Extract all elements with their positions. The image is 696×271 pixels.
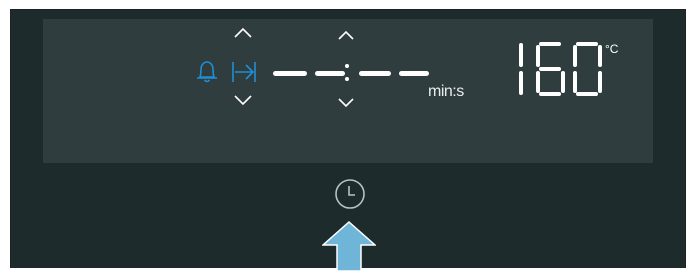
up-arrow-pointer-icon [322,221,376,271]
digit0-upper-left-segment [573,45,577,67]
decrease-minutes-chevron-icon[interactable] [337,97,355,108]
oven-control-panel: min:s °C 160 [10,9,686,271]
digit0-bottom-segment [576,92,598,96]
hours-units-segment [315,71,345,76]
increase-minutes-chevron-icon[interactable] [337,30,355,41]
temperature-readout [519,42,602,96]
minutes-units-segment [399,71,429,76]
digit0-top-segment [576,42,598,46]
clock-icon[interactable] [334,178,366,210]
arrow-to-bar-icon[interactable] [230,58,258,86]
display-area: min:s °C 160 [43,19,653,163]
digit6-top-segment [539,42,561,46]
decrease-hours-chevron-icon[interactable] [233,94,253,106]
digit6-middle-segment [539,67,561,71]
colon-top-dot [345,64,349,68]
digit1-upper-right-segment [519,43,523,67]
timer-unit-label: min:s [428,83,464,100]
colon-bottom-dot [345,77,349,81]
hours-tens-segment [273,71,307,76]
digit0-upper-right-segment [598,45,602,67]
temperature-unit-label: °C [605,42,619,56]
digit1-lower-right-segment [519,71,523,95]
bell-icon[interactable] [194,59,220,85]
digit6-upper-left-segment [536,45,540,67]
increase-hours-chevron-icon[interactable] [233,27,253,39]
digit6-lower-left-segment [536,71,540,93]
digit6-bottom-segment [539,92,561,96]
digit6-lower-right-segment [561,71,565,93]
minutes-tens-segment [359,71,391,76]
digit0-lower-left-segment [573,71,577,93]
digit0-lower-right-segment [598,71,602,93]
